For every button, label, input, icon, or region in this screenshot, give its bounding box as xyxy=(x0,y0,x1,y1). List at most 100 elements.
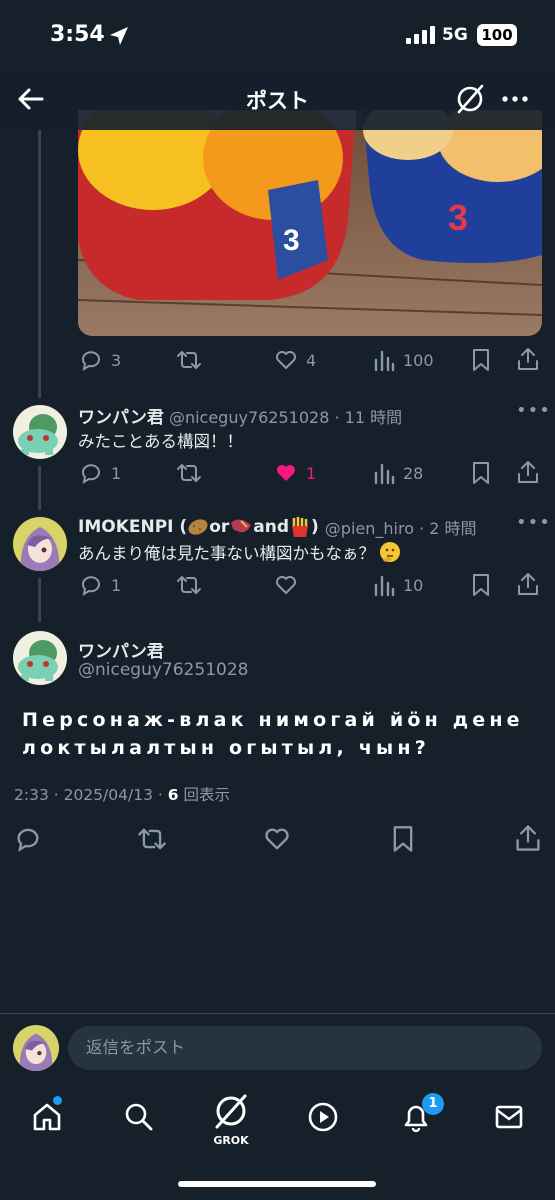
view-count: 100 xyxy=(403,350,434,370)
mail-icon[interactable] xyxy=(493,1101,525,1133)
status-time: 3:54 xyxy=(50,22,105,47)
like-button[interactable]: 4 xyxy=(274,348,316,372)
repost-icon[interactable] xyxy=(137,825,167,853)
composer-avatar xyxy=(13,1025,59,1071)
reply-input[interactable]: 返信をポスト xyxy=(68,1026,542,1070)
thread-line xyxy=(38,578,41,622)
bookmark-icon[interactable] xyxy=(390,825,416,853)
reply-count: 1 xyxy=(111,463,122,483)
post-text: Персонаж-влак нимогай йӧн дене локтылалт… xyxy=(22,709,524,759)
author-handle[interactable]: @pien_hiro · 2 時間 xyxy=(325,515,477,539)
view-count: 28 xyxy=(403,463,424,483)
repost-button[interactable] xyxy=(176,573,202,597)
repost-icon xyxy=(177,351,201,369)
grok-icon xyxy=(215,1094,247,1129)
reply-icon xyxy=(82,576,100,597)
more-options-icon[interactable]: ••• xyxy=(516,400,551,421)
author-name-prefix[interactable]: IMOKENPI ( xyxy=(78,517,187,537)
author-name[interactable]: ワンパン君 xyxy=(78,408,164,428)
views-button[interactable]: 28 xyxy=(373,461,423,485)
status-bar: 3:54 5G 100 xyxy=(0,0,555,70)
bulbasaur-avatar-image xyxy=(18,640,58,681)
author-name[interactable]: ワンパン君 xyxy=(78,637,164,662)
more-options-icon[interactable]: ••• xyxy=(516,512,551,533)
bookmark-icon[interactable] xyxy=(470,573,492,597)
reply-button[interactable]: 3 xyxy=(79,348,121,372)
views-icon xyxy=(374,463,395,485)
author-handle[interactable]: @niceguy76251028 · 11 時間 xyxy=(169,408,402,427)
divider xyxy=(0,1013,555,1014)
avatar[interactable] xyxy=(13,517,67,571)
author-name-and[interactable]: and xyxy=(253,517,289,537)
share-icon[interactable] xyxy=(516,346,540,372)
tab-grok[interactable]: GROK xyxy=(209,1092,253,1148)
reply-icon[interactable] xyxy=(14,825,42,853)
repost-button[interactable] xyxy=(176,348,202,372)
share-icon[interactable] xyxy=(514,823,542,853)
like-count: 1 xyxy=(306,463,317,483)
reply-header: IMOKENPI ( or and ) @pien_hiro · 2 時間 xyxy=(78,515,477,539)
author-name-suffix[interactable]: ) xyxy=(311,517,319,537)
home-icon[interactable] xyxy=(31,1101,63,1133)
views-count: 6 xyxy=(167,786,179,804)
views-icon xyxy=(374,575,395,597)
anime-avatar-image xyxy=(19,1033,53,1071)
svg-text:3: 3 xyxy=(283,224,300,257)
signal-icon xyxy=(406,26,435,44)
reply-icon xyxy=(82,464,100,485)
views-button[interactable]: 10 xyxy=(373,573,423,597)
sweet-potato-emoji-icon xyxy=(231,519,252,533)
reply-text-row: あんまり俺は見た事ない構図かもなぁ？ xyxy=(78,540,401,564)
share-icon[interactable] xyxy=(516,571,540,597)
views-icon xyxy=(374,350,395,372)
author-name-or[interactable]: or xyxy=(209,517,229,537)
header-bar: ポスト xyxy=(0,70,555,130)
author-handle[interactable]: @niceguy76251028 xyxy=(78,660,248,680)
like-button[interactable]: 1 xyxy=(274,461,316,485)
reply-count: 3 xyxy=(111,350,122,370)
anime-avatar-image xyxy=(20,527,60,571)
video-play-icon[interactable] xyxy=(307,1101,339,1133)
grok-label: GROK xyxy=(213,1134,249,1147)
post-image[interactable]: 3 3 xyxy=(78,110,542,336)
reply-count: 1 xyxy=(111,575,122,595)
thinking-face-emoji-icon xyxy=(380,542,400,563)
search-icon[interactable] xyxy=(123,1101,155,1133)
thread-line xyxy=(38,466,41,510)
like-count: 4 xyxy=(306,350,317,370)
reply-button[interactable]: 1 xyxy=(79,573,121,597)
thread-line xyxy=(38,130,41,398)
avatar[interactable] xyxy=(13,631,67,685)
fries-emoji-icon xyxy=(292,517,309,537)
bookmark-icon[interactable] xyxy=(470,348,492,372)
avatar[interactable] xyxy=(13,405,67,459)
ice-cream-photo: 3 3 xyxy=(78,110,542,336)
bookmark-icon[interactable] xyxy=(470,461,492,485)
repost-icon xyxy=(177,464,201,482)
svg-text:3: 3 xyxy=(448,197,468,238)
grok-icon[interactable] xyxy=(455,83,485,115)
post-meta: 2:33 · 2025/04/13 · 6 回表示 xyxy=(14,783,230,805)
bulbasaur-avatar-image xyxy=(18,414,58,455)
share-icon[interactable] xyxy=(516,459,540,485)
like-button[interactable] xyxy=(274,573,298,597)
network-label: 5G xyxy=(442,25,468,45)
heart-icon xyxy=(276,576,296,594)
home-unread-dot xyxy=(53,1096,62,1105)
notification-badge: 1 xyxy=(422,1093,444,1115)
location-arrow-icon xyxy=(110,27,128,45)
repost-button[interactable] xyxy=(176,461,202,485)
battery-indicator: 100 xyxy=(477,24,517,46)
home-indicator xyxy=(178,1181,376,1187)
views-button[interactable]: 100 xyxy=(373,348,434,372)
more-options-icon[interactable] xyxy=(500,83,530,115)
heart-icon xyxy=(276,351,296,369)
potato-emoji-icon xyxy=(188,519,208,535)
reply-text: あんまり俺は見た事ない構図かもなぁ？ xyxy=(78,544,375,563)
heart-icon[interactable] xyxy=(263,825,291,853)
views-label: 回表示 xyxy=(178,786,230,804)
heart-filled-icon xyxy=(277,465,295,481)
reply-text: みたことある構図！！ xyxy=(78,432,243,451)
post-timestamp: 2:33 · 2025/04/13 · xyxy=(14,786,168,804)
reply-button[interactable]: 1 xyxy=(79,461,121,485)
